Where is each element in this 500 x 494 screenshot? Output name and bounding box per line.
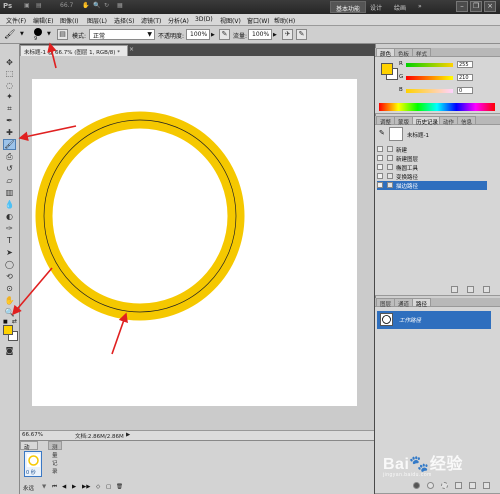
watermark-text: Bai xyxy=(383,456,410,473)
watermark-text-2: 经验 xyxy=(429,456,463,473)
tab-masks[interactable]: 蒙版 xyxy=(394,116,414,126)
tab-adjustments[interactable]: 调整 xyxy=(376,116,396,126)
history-item[interactable]: 新建 xyxy=(377,145,487,154)
tab-swatches[interactable]: 色板 xyxy=(394,48,414,58)
paths-panel-header: 图层 通道 路径 xyxy=(375,298,500,308)
frame-thumbnail xyxy=(27,454,40,467)
duplicate-frame-icon[interactable]: ▢ xyxy=(106,484,111,490)
color-panel: 颜色 色板 样式 R 255 G 210 B 0 xyxy=(375,48,500,114)
red-label: R xyxy=(399,61,403,67)
path-thumbnail xyxy=(380,313,393,326)
history-item-selected[interactable]: 描边路径 xyxy=(377,181,487,190)
history-item-label: 新建图层 xyxy=(396,157,419,163)
tab-animation[interactable]: 动画 (帧) xyxy=(20,441,38,467)
blue-value[interactable]: 0 xyxy=(457,87,473,94)
arrow-to-brush-tip xyxy=(47,42,57,69)
prev-frame-icon[interactable]: ◀ xyxy=(62,484,66,490)
foreground-color-swatch[interactable] xyxy=(3,325,13,335)
history-item-label: 描边路径 xyxy=(396,184,419,190)
history-source-checkbox[interactable] xyxy=(377,155,383,161)
play-icon[interactable]: ▶ xyxy=(72,484,76,490)
new-snapshot-icon[interactable] xyxy=(467,286,474,293)
tab-history[interactable]: 历史记录 xyxy=(412,116,443,126)
arrow-to-ring xyxy=(111,312,128,355)
tab-actions[interactable]: 动作 xyxy=(439,116,459,126)
history-item-label: 新建 xyxy=(396,148,408,154)
tab-info[interactable]: 信息 xyxy=(457,116,477,126)
color-panel-fg-swatch[interactable] xyxy=(381,63,393,75)
red-slider[interactable] xyxy=(406,63,453,67)
history-item[interactable]: 变换路径 xyxy=(377,172,487,181)
make-work-path-icon[interactable] xyxy=(455,482,462,489)
blue-slider[interactable] xyxy=(406,89,453,93)
history-item-label: 变换路径 xyxy=(396,175,419,181)
tab-paths[interactable]: 路径 xyxy=(412,298,432,308)
color-spectrum-bar[interactable] xyxy=(379,103,495,111)
history-source-checkbox[interactable] xyxy=(377,146,383,152)
delete-state-icon[interactable] xyxy=(483,286,490,293)
color-panel-header: 颜色 色板 样式 xyxy=(375,48,500,58)
animation-panel: 动画 (帧) 测量记录 0 秒 永远 ▼ ⏮ ◀ ▶ ▶▶ ◇ ▢ 🗑 xyxy=(20,440,374,494)
arrow-to-brush-tool xyxy=(18,125,77,142)
red-value[interactable]: 255 xyxy=(457,61,473,68)
status-bar: 66.67% 文档:2.86M/2.86M ▶ xyxy=(20,430,374,440)
history-source-checkbox[interactable] xyxy=(377,164,383,170)
history-state-icon xyxy=(387,146,393,152)
next-frame-icon[interactable]: ▶▶ xyxy=(82,484,90,490)
snapshot-name[interactable]: 未标题-1 xyxy=(407,131,429,139)
green-slider[interactable] xyxy=(406,76,453,80)
fill-path-icon[interactable] xyxy=(413,482,420,489)
history-brush-source-icon[interactable]: ✎ xyxy=(379,129,385,137)
watermark-paw-icon: 🐾 xyxy=(409,456,430,473)
tab-layers[interactable]: 图层 xyxy=(376,298,396,308)
tab-channels[interactable]: 通道 xyxy=(394,298,414,308)
path-circle-icon xyxy=(382,315,391,324)
snapshot-thumbnail[interactable] xyxy=(389,127,403,141)
green-value[interactable]: 210 xyxy=(457,74,473,81)
loop-dropdown-icon[interactable]: ▼ xyxy=(42,484,46,490)
tab-measurement-log[interactable]: 测量记录 xyxy=(48,441,62,475)
baidu-jingyan-watermark: Bai🐾经验 jingyan.baidu.com xyxy=(383,450,463,478)
new-document-from-state-icon[interactable] xyxy=(451,286,458,293)
blue-label: B xyxy=(399,87,403,93)
history-panel: 调整 蒙版 历史记录 动作 信息 ✎ 未标题-1 新建 新建图层 椭圆工具 变换… xyxy=(375,116,500,296)
history-item-label: 椭圆工具 xyxy=(396,166,419,172)
new-path-icon[interactable] xyxy=(469,482,476,489)
history-state-icon xyxy=(387,155,393,161)
tab-color[interactable]: 颜色 xyxy=(376,48,396,58)
frame-time[interactable]: 0 秒 xyxy=(26,469,36,476)
delete-path-icon[interactable] xyxy=(483,482,490,489)
frame-ring-icon xyxy=(28,455,39,466)
history-state-icon xyxy=(387,182,393,188)
history-state-icon xyxy=(387,173,393,179)
green-label: G xyxy=(399,74,404,80)
load-path-as-selection-icon[interactable] xyxy=(441,482,448,489)
history-item[interactable]: 新建图层 xyxy=(377,154,487,163)
delete-frame-icon[interactable]: 🗑 xyxy=(116,484,123,490)
first-frame-icon[interactable]: ⏮ xyxy=(52,484,57,491)
tween-icon[interactable]: ◇ xyxy=(96,484,100,490)
history-item[interactable]: 椭圆工具 xyxy=(377,163,487,172)
path-row-work-path[interactable]: 工作路径 xyxy=(377,311,491,329)
history-source-checkbox[interactable] xyxy=(377,173,383,179)
history-panel-header: 调整 蒙版 历史记录 动作 信息 xyxy=(375,116,500,126)
tab-styles[interactable]: 样式 xyxy=(412,48,432,58)
loop-select[interactable]: 永远 xyxy=(23,484,34,492)
history-source-checkbox[interactable] xyxy=(377,182,383,188)
zoom-status[interactable]: 66.67% xyxy=(22,432,43,438)
animation-frame[interactable]: 0 秒 xyxy=(24,451,42,477)
status-arrow-icon[interactable]: ▶ xyxy=(126,432,130,438)
history-state-icon xyxy=(387,164,393,170)
arrow-to-fg-color xyxy=(11,267,53,316)
document-size-status: 文档:2.86M/2.86M xyxy=(75,434,124,440)
path-name: 工作路径 xyxy=(399,318,422,324)
stroke-path-icon[interactable] xyxy=(427,482,434,489)
